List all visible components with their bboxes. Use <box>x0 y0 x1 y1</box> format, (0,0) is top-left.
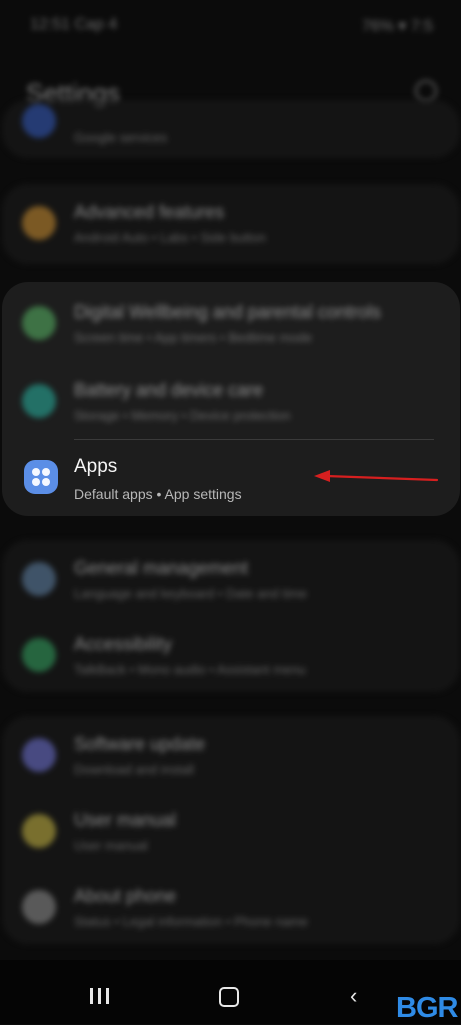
digital-wellbeing-icon <box>22 306 56 340</box>
list-item-subtitle: Language and keyboard • Date and time <box>74 586 307 601</box>
list-item-subtitle: Screen time • App timers • Bedtime mode <box>74 330 313 345</box>
general-management-icon <box>22 562 56 596</box>
list-item-title: Battery and device care <box>74 380 264 400</box>
list-item-title: About phone <box>74 886 177 906</box>
apps-subtitle: Default apps • App settings <box>74 486 242 502</box>
list-item-title: Software update <box>74 734 206 754</box>
recent-apps-icon[interactable] <box>90 988 110 1004</box>
card-apps-group: Digital Wellbeing and parental controls … <box>2 282 460 516</box>
list-item-advanced-features[interactable]: Advanced features Android Auto • Labs • … <box>2 186 460 262</box>
list-item-about-phone[interactable]: About phone Status • Legal information •… <box>2 870 460 946</box>
card-advanced: Advanced features Android Auto • Labs • … <box>2 184 460 264</box>
status-time: 12:51 Cap 4 <box>30 16 118 33</box>
list-item-subtitle: Storage • Memory • Device protection <box>74 408 291 423</box>
status-bar: 12:51 Cap 4 76% ▾ 7:5 <box>0 0 461 50</box>
google-services-label[interactable]: Google services <box>74 130 167 145</box>
card-general: General management Language and keyboard… <box>2 540 460 692</box>
search-icon[interactable] <box>415 80 437 102</box>
home-icon[interactable] <box>219 987 239 1007</box>
google-services-icon <box>22 104 56 138</box>
list-item-digital-wellbeing[interactable]: Digital Wellbeing and parental controls … <box>2 286 460 362</box>
list-item-accessibility[interactable]: Accessibility TalkBack • Mono audio • As… <box>2 618 460 694</box>
list-item-subtitle: User manual <box>74 838 148 853</box>
list-item-general-management[interactable]: General management Language and keyboard… <box>2 542 460 618</box>
list-item-subtitle: Status • Legal information • Phone name <box>74 914 308 929</box>
list-item-software-update[interactable]: Software update Download and install <box>2 718 460 794</box>
card-about: Software update Download and install Use… <box>2 716 460 944</box>
advanced-features-icon <box>22 206 56 240</box>
list-item-title: Digital Wellbeing and parental controls <box>74 302 381 322</box>
list-item-title: Advanced features <box>74 202 225 222</box>
list-item-title: General management <box>74 558 249 578</box>
user-manual-icon <box>22 814 56 848</box>
back-icon[interactable]: ‹ <box>350 985 357 1007</box>
apps-title: Apps <box>74 456 118 477</box>
about-phone-icon <box>22 890 56 924</box>
list-item-subtitle: TalkBack • Mono audio • Assistant menu <box>74 662 306 677</box>
battery-icon <box>22 384 56 418</box>
navigation-bar: ‹ <box>0 960 461 1024</box>
card-google: Google services <box>2 100 460 158</box>
list-item-subtitle: Download and install <box>74 762 194 777</box>
list-item-subtitle: Android Auto • Labs • Side button <box>74 230 266 245</box>
list-item-user-manual[interactable]: User manual User manual <box>2 794 460 870</box>
list-item-apps[interactable]: Apps Default apps • App settings <box>2 438 460 516</box>
watermark-logo: BGR <box>396 992 458 1024</box>
accessibility-icon <box>22 638 56 672</box>
apps-icon <box>24 460 58 494</box>
list-item-title: Accessibility <box>74 634 173 654</box>
list-item-battery[interactable]: Battery and device care Storage • Memory… <box>2 364 460 440</box>
software-update-icon <box>22 738 56 772</box>
list-item-title: User manual <box>74 810 177 830</box>
status-indicators: 76% ▾ 7:5 <box>361 18 433 35</box>
